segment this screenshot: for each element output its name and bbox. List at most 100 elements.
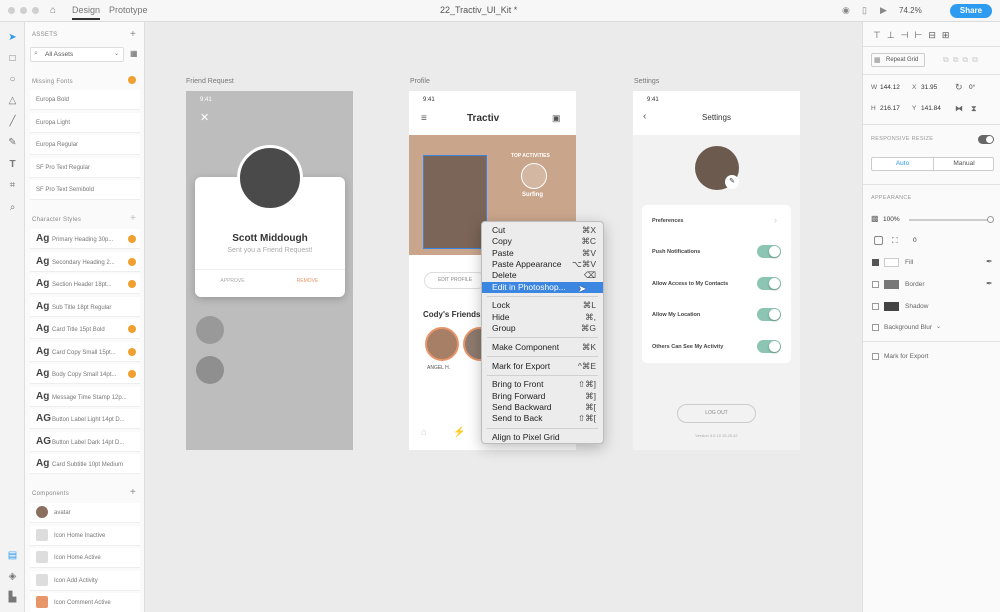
document-title[interactable]: 22_Tractiv_UI_Kit * <box>440 5 517 15</box>
grid-view-icon[interactable]: ▦ <box>130 49 138 58</box>
preferences-label[interactable]: Preferences <box>652 218 684 224</box>
opacity-field[interactable]: 100% <box>883 216 900 223</box>
context-menu-item[interactable]: Bring Forward ⌘] <box>482 391 603 402</box>
character-style-item[interactable]: Ag Section Header 18pt... <box>30 274 140 294</box>
width-field[interactable]: 144.12 <box>880 84 900 91</box>
context-menu-item[interactable]: Send Backward ⌘[ <box>482 402 603 413</box>
tab-prototype[interactable]: Prototype <box>109 5 148 15</box>
component-item[interactable]: Icon Home Active <box>30 548 140 568</box>
ellipse-tool-icon[interactable]: ○ <box>7 74 18 85</box>
user-icon[interactable]: ◉ <box>842 5 850 16</box>
share-button[interactable]: Share <box>950 4 992 18</box>
character-style-item[interactable]: Ag Sub Title 18pt Regular <box>30 296 140 317</box>
pen-tool-icon[interactable]: ✎ <box>7 137 18 148</box>
component-item[interactable]: Icon Home Inactive <box>30 525 140 546</box>
add-component-icon[interactable]: + <box>130 487 136 498</box>
settings-toggle[interactable] <box>757 276 781 290</box>
context-menu-item[interactable]: Make Component ⌘K <box>482 342 603 353</box>
y-field[interactable]: 141.84 <box>921 105 941 112</box>
shadow-swatch[interactable] <box>884 302 899 311</box>
edit-profile-button[interactable]: EDIT PROFILE <box>424 272 486 289</box>
artboard-friend-request[interactable]: 9:41 ✕ Scott Middough Sent you a Friend … <box>186 91 353 450</box>
polygon-tool-icon[interactable]: △ <box>7 95 18 106</box>
fill-swatch[interactable] <box>884 258 899 267</box>
assets-icon[interactable]: ▤ <box>7 550 18 561</box>
slider-handle[interactable] <box>987 216 994 223</box>
border-swatch[interactable] <box>884 280 899 289</box>
artboard-label-profile[interactable]: Profile <box>410 78 430 85</box>
selected-photo[interactable] <box>423 155 487 249</box>
settings-toggle[interactable] <box>757 339 781 353</box>
settings-toggle[interactable] <box>757 245 781 258</box>
approve-button[interactable]: APPROVE <box>195 278 270 284</box>
context-menu-item[interactable]: Hide ⌘, <box>482 312 603 323</box>
plugins-icon[interactable]: ▙ <box>7 592 18 603</box>
context-menu-item[interactable]: Delete ⌫ <box>482 270 603 281</box>
auto-option[interactable]: Auto <box>872 158 933 170</box>
remove-button[interactable]: REMOVE <box>270 278 345 284</box>
flip-horizontal-icon[interactable]: ⧓ <box>955 104 963 113</box>
boolean-ops-icons[interactable]: ⧉⧉⧉⧉ <box>943 55 982 65</box>
character-style-item[interactable]: Ag Card Copy Small 15pt... <box>30 341 140 362</box>
flip-vertical-icon[interactable]: ⧗ <box>971 104 977 114</box>
rotate-icon[interactable]: ↻ <box>955 82 963 93</box>
eyedropper-icon[interactable]: ✒ <box>986 257 993 266</box>
zoom-tool-icon[interactable]: ⌕ <box>7 202 18 213</box>
context-menu-item[interactable]: Align to Pixel Grid <box>482 432 603 443</box>
character-style-item[interactable]: Ag Card Subtitle 10pt Medium <box>30 454 140 474</box>
artboard-tool-icon[interactable]: ⌗ <box>7 180 18 191</box>
text-tool-icon[interactable]: T <box>7 159 18 170</box>
character-style-item[interactable]: Ag Secondary Heading 2... <box>30 251 140 272</box>
home-icon[interactable]: ⌂ <box>421 427 427 438</box>
missing-font-item[interactable]: Europa Regular <box>30 135 140 155</box>
device-icon[interactable]: ▯ <box>862 5 867 16</box>
responsive-resize-toggle[interactable] <box>978 135 994 144</box>
home-icon[interactable]: ⌂ <box>50 5 56 16</box>
context-menu-item[interactable]: Bring to Front ⇧⌘] <box>482 379 603 390</box>
edit-avatar-icon[interactable]: ✎ <box>725 175 739 189</box>
artboard-settings[interactable]: 9:41 ‹ Settings ✎ Preferences › Push Not… <box>633 91 800 450</box>
context-menu-item[interactable]: Lock ⌘L <box>482 300 603 311</box>
context-menu-item[interactable]: Group ⌘G <box>482 323 603 334</box>
layers-icon[interactable]: ◈ <box>7 571 18 582</box>
add-character-style-icon[interactable]: + <box>130 213 136 224</box>
line-tool-icon[interactable]: ╱ <box>7 116 18 127</box>
character-style-item[interactable]: Ag Primary Heading 30p... <box>30 229 140 249</box>
close-icon[interactable]: ✕ <box>200 111 209 124</box>
character-style-item[interactable]: AGButton Label Light 14pt D... <box>30 409 140 429</box>
missing-font-item[interactable]: SF Pro Text Regular <box>30 157 140 178</box>
x-field[interactable]: 31.95 <box>921 84 937 91</box>
per-corner-icon[interactable]: ⛶ <box>892 236 898 246</box>
context-menu-item[interactable]: Copy ⌘C <box>482 236 603 247</box>
eyedropper-icon[interactable]: ✒ <box>986 279 993 288</box>
character-style-item[interactable]: Ag Message Time Stamp 12p... <box>30 386 140 407</box>
activity-icon[interactable]: ⚡ <box>453 427 465 438</box>
artboard-label-friend-request[interactable]: Friend Request <box>186 78 234 85</box>
asset-search-input[interactable]: ⌕ All Assets ⌄ <box>30 47 124 62</box>
missing-font-item[interactable]: Europa Light <box>30 112 140 133</box>
minimize-window-button[interactable] <box>20 7 27 14</box>
logout-button[interactable]: LOG OUT <box>677 404 756 423</box>
background-blur-checkbox[interactable] <box>872 324 879 331</box>
menu-icon[interactable]: ≡ <box>421 113 427 124</box>
component-item[interactable]: Icon Add Activity <box>30 570 140 591</box>
shadow-checkbox[interactable] <box>872 303 879 310</box>
opacity-slider[interactable] <box>909 216 994 223</box>
context-menu-item[interactable]: Mark for Export ^⌘E <box>482 361 603 372</box>
close-window-button[interactable] <box>8 7 15 14</box>
component-item[interactable]: Icon Comment Active <box>30 593 140 612</box>
manual-option[interactable]: Manual <box>933 158 994 170</box>
missing-font-item[interactable]: Europa Bold <box>30 90 140 110</box>
corner-radius-field[interactable]: 0 <box>913 237 917 244</box>
context-menu-item[interactable]: Send to Back ⇧⌘[ <box>482 413 603 424</box>
character-style-item[interactable]: AGButton Label Dark 14pt D... <box>30 431 140 452</box>
zoom-window-button[interactable] <box>32 7 39 14</box>
context-menu-item[interactable]: Paste Appearance ⌥⌘V <box>482 259 603 270</box>
character-style-item[interactable]: Ag Card Title 15pt Bold <box>30 319 140 339</box>
play-icon[interactable]: ▶ <box>880 5 887 16</box>
zoom-level[interactable]: 74.2% <box>899 6 922 15</box>
height-field[interactable]: 216.17 <box>880 105 900 112</box>
align-icons[interactable]: ⊤⊥⊣⊢⊟⊞ <box>873 30 955 41</box>
component-item[interactable]: avatar <box>30 503 140 523</box>
rotation-field[interactable]: 0° <box>969 84 975 91</box>
